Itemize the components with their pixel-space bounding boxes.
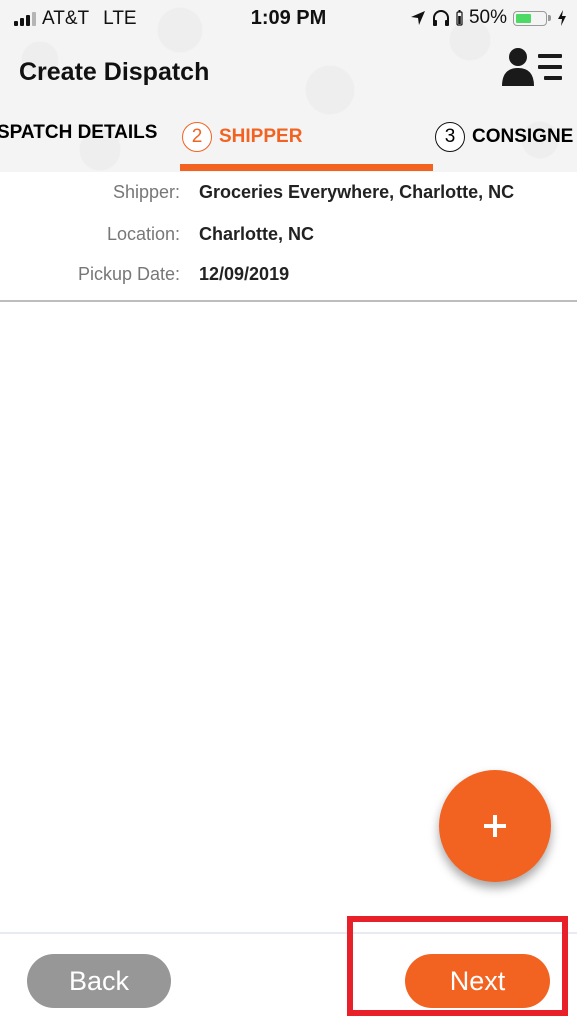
tab-dispatch-details[interactable]: SPATCH DETAILS [0,122,157,144]
detail-value: 12/09/2019 [199,264,290,284]
shipper-details-panel: Shipper: Groceries Everywhere, Charlotte… [0,172,577,302]
step-number-badge: 3 [435,122,465,152]
headphone-battery-icon [456,10,463,26]
headphones-icon [432,10,449,26]
location-arrow-icon [410,11,425,25]
step-number-badge: 2 [182,122,212,152]
page-title: Create Dispatch [19,58,210,86]
battery-icon [513,10,547,26]
add-button[interactable] [439,770,551,882]
detail-label: Shipper: [112,182,180,202]
tab-label: SHIPPER [219,126,303,147]
detail-label: Location: [106,224,180,244]
detail-label: Pickup Date: [77,264,180,284]
tab-shipper[interactable]: 2 SHIPPER [182,122,302,152]
step-tabs: SPATCH DETAILS 2 SHIPPER 3 CONSIGNE [0,112,577,172]
plus-icon [484,815,506,837]
next-button-highlight [347,916,568,1016]
tab-label: SPATCH DETAILS [0,122,158,143]
battery-percent: 50% [468,7,507,28]
battery-tip [548,15,551,21]
detail-value: Groceries Everywhere, Charlotte, NC [199,182,515,202]
status-bar: AT&T LTE 1:09 PM 50% [0,0,577,38]
back-button[interactable]: Back [27,954,171,1008]
tab-consignee[interactable]: 3 CONSIGNE [435,122,573,152]
profile-menu-button[interactable] [500,44,570,94]
charging-bolt-icon [558,10,566,26]
user-list-icon [502,48,562,86]
detail-value: Charlotte, NC [199,224,315,244]
tab-label: CONSIGNE [472,126,574,147]
active-tab-indicator [180,164,433,171]
